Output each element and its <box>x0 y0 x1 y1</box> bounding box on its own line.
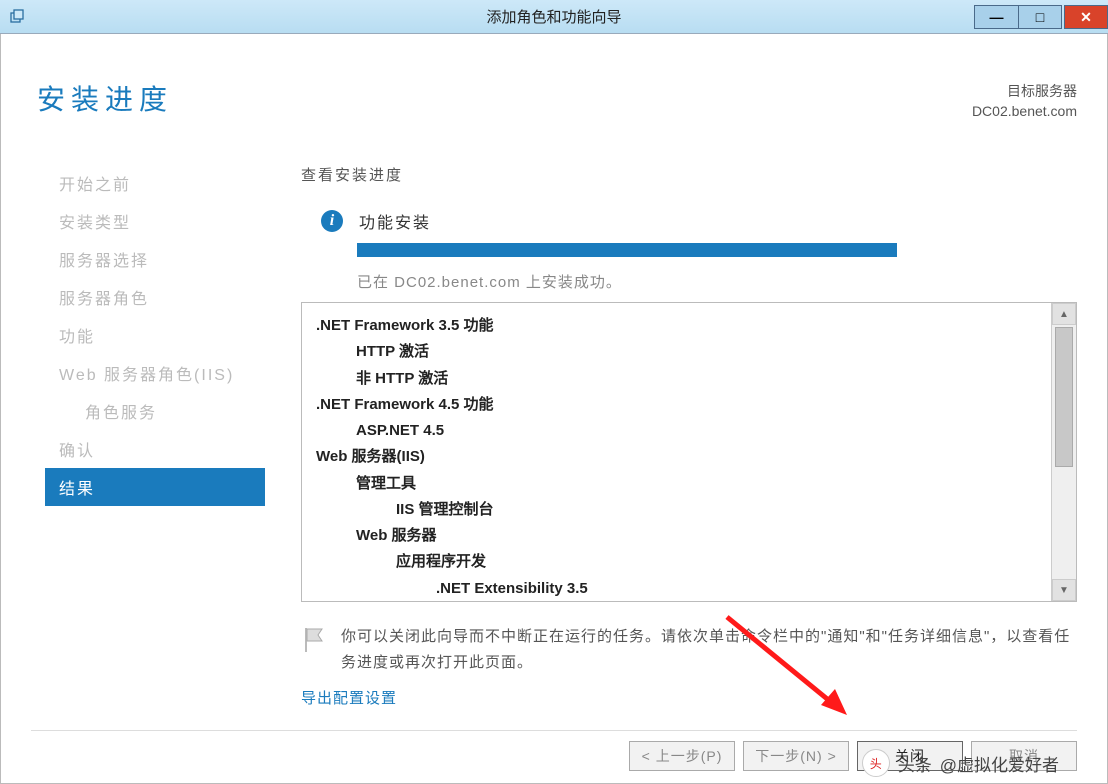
scroll-thumb[interactable] <box>1055 327 1073 467</box>
sidebar-step-install-type: 安装类型 <box>45 202 265 240</box>
sidebar-step-role-services: 角色服务 <box>45 392 265 430</box>
close-wizard-button[interactable]: 关闭 <box>857 741 963 771</box>
sidebar-step-results[interactable]: 结果 <box>45 468 265 506</box>
feature-item: .NET Framework 3.5 功能 <box>316 313 1037 339</box>
wizard-sidebar: 开始之前 安装类型 服务器选择 服务器角色 功能 Web 服务器角色(IIS) … <box>45 164 265 506</box>
window-controls: — □ ✕ <box>974 4 1108 29</box>
content-pane: 查看安装进度 i 功能安装 已在 DC02.benet.com 上安装成功。 .… <box>301 164 1077 708</box>
sidebar-step-server-selection: 服务器选择 <box>45 240 265 278</box>
status-text: 功能安装 <box>359 209 431 233</box>
minimize-button[interactable]: — <box>974 5 1018 29</box>
status-row: i 功能安装 <box>321 209 1077 233</box>
feature-item: 非 HTTP 激活 <box>316 366 1037 392</box>
feature-item: HTTP 激活 <box>316 339 1037 365</box>
target-server-label: 目标服务器 <box>972 82 1077 102</box>
sidebar-step-features: 功能 <box>45 316 265 354</box>
footer-buttons: < 上一步(P) 下一步(N) > 关闭 取消 <box>629 741 1077 771</box>
feature-item: 管理工具 <box>316 471 1037 497</box>
app-icon <box>8 8 26 26</box>
sidebar-step-server-roles: 服务器角色 <box>45 278 265 316</box>
maximize-button[interactable]: □ <box>1018 5 1062 29</box>
flag-icon <box>301 626 327 656</box>
feature-item: Web 服务器 <box>316 523 1037 549</box>
scroll-down-button[interactable]: ▼ <box>1052 579 1076 601</box>
feature-list: .NET Framework 3.5 功能 HTTP 激活 非 HTTP 激活 … <box>302 303 1051 601</box>
sidebar-step-web-server-iis: Web 服务器角色(IIS) <box>45 354 265 392</box>
next-button: 下一步(N) > <box>743 741 849 771</box>
progress-message: 已在 DC02.benet.com 上安装成功。 <box>357 271 1077 292</box>
feature-list-box: .NET Framework 3.5 功能 HTTP 激活 非 HTTP 激活 … <box>301 302 1077 602</box>
feature-item: Web 服务器(IIS) <box>316 444 1037 470</box>
export-config-link[interactable]: 导出配置设置 <box>301 687 397 708</box>
page-title: 安装进度 <box>37 78 173 118</box>
feature-item: ASP.NET 4.5 <box>316 418 1037 444</box>
note-row: 你可以关闭此向导而不中断正在运行的任务。请依次单击命令栏中的"通知"和"任务详细… <box>301 624 1077 675</box>
titlebar: 添加角色和功能向导 — □ ✕ <box>0 0 1108 34</box>
progress-bar <box>357 243 897 257</box>
cancel-button: 取消 <box>971 741 1077 771</box>
scroll-up-button[interactable]: ▲ <box>1052 303 1076 325</box>
main-area: 安装进度 目标服务器 DC02.benet.com 开始之前 安装类型 服务器选… <box>0 34 1108 784</box>
close-button[interactable]: ✕ <box>1064 5 1108 29</box>
target-server-name: DC02.benet.com <box>972 102 1077 122</box>
prev-button: < 上一步(P) <box>629 741 735 771</box>
sidebar-step-confirmation: 确认 <box>45 430 265 468</box>
feature-item: .NET Extensibility 3.5 <box>316 576 1037 602</box>
feature-item: IIS 管理控制台 <box>316 497 1037 523</box>
note-text: 你可以关闭此向导而不中断正在运行的任务。请依次单击命令栏中的"通知"和"任务详细… <box>341 624 1077 675</box>
feature-item: .NET Framework 4.5 功能 <box>316 392 1037 418</box>
feature-scrollbar[interactable]: ▲ ▼ <box>1051 303 1076 601</box>
feature-item: 应用程序开发 <box>316 549 1037 575</box>
sidebar-step-before-begin: 开始之前 <box>45 164 265 202</box>
window-title: 添加角色和功能向导 <box>0 6 1108 27</box>
view-heading: 查看安装进度 <box>301 164 1077 185</box>
footer-separator <box>31 730 1077 731</box>
target-server-info: 目标服务器 DC02.benet.com <box>972 82 1077 121</box>
info-icon: i <box>321 210 343 232</box>
